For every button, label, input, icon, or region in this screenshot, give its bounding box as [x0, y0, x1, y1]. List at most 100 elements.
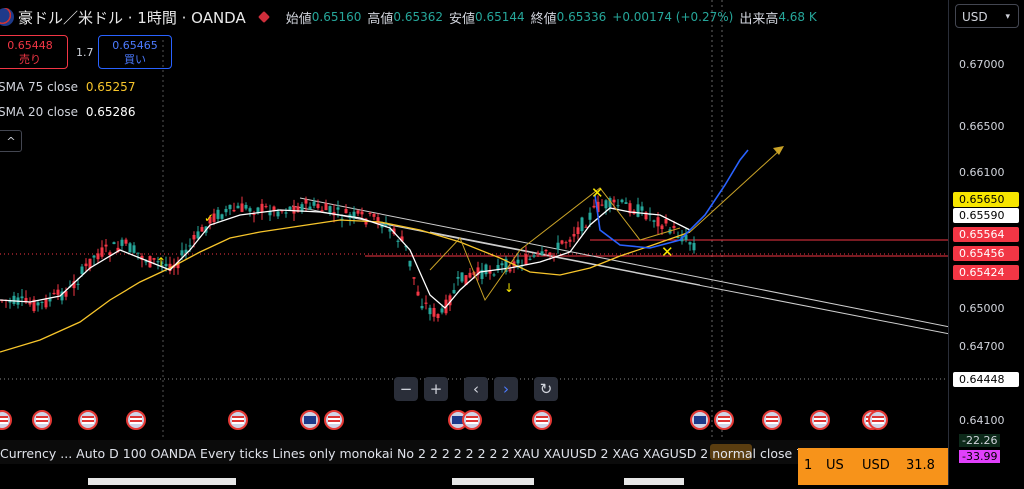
reset-button[interactable]: ↻ [534, 377, 558, 401]
candle-body [528, 258, 532, 260]
symbol-title[interactable]: 豪ドル／米ドル · 1時間 · OANDA [18, 7, 246, 28]
candle-body [416, 291, 420, 296]
candle-body [132, 245, 136, 253]
us-event-flag-icon[interactable] [324, 410, 344, 430]
price-axis[interactable]: USD ▾ 0.67000 0.66500 0.66100 0.65000 0.… [948, 0, 1024, 485]
candle-body [360, 211, 364, 215]
svg-text:✕: ✕ [591, 184, 604, 202]
candle-body [228, 204, 232, 210]
candle-body [456, 276, 460, 279]
candle-body [452, 289, 456, 294]
zoom-out-button[interactable]: − [394, 377, 418, 401]
candle-body [336, 207, 340, 210]
candle-body [252, 213, 256, 215]
high-label: 高値 [367, 11, 394, 27]
buy-price: 0.65465 [112, 39, 158, 52]
low-label: 安値 [449, 11, 476, 27]
panel-rank: 1 [804, 458, 813, 473]
sell-price: 0.65448 [7, 39, 53, 52]
bottom-bar [624, 478, 684, 485]
candle-body [428, 307, 432, 315]
candle-body [408, 260, 412, 267]
candle-body [612, 199, 616, 203]
candle-body [460, 272, 464, 282]
candle-body [560, 240, 564, 244]
candle-body [396, 240, 400, 242]
us-event-flag-icon[interactable] [228, 410, 248, 430]
us-event-flag-icon[interactable] [462, 410, 482, 430]
candle-body [124, 239, 128, 244]
candle-body [44, 298, 48, 308]
indicator-value-1: -22.26 [959, 434, 1001, 447]
candle-body [424, 302, 428, 304]
candle-body [412, 277, 416, 279]
zoom-in-button[interactable]: + [424, 377, 448, 401]
candle-body [292, 205, 296, 214]
sma-20-legend[interactable]: SMA 20 close 0.65286 [0, 105, 135, 119]
buy-button[interactable]: 0.65465 買い [98, 35, 172, 69]
candle-body [264, 206, 268, 208]
us-event-flag-icon[interactable] [78, 410, 98, 430]
svg-text:↑: ↑ [156, 255, 166, 269]
price-tick: 0.67000 [959, 58, 1005, 71]
candle-body [372, 213, 376, 217]
candle-body [508, 269, 512, 272]
candle-body [236, 205, 240, 209]
candle-body [92, 255, 96, 258]
us-event-flag-icon[interactable] [126, 410, 146, 430]
svg-text:↓: ↓ [504, 281, 514, 295]
market-status-icon[interactable] [257, 11, 270, 23]
candle-body [104, 244, 108, 247]
scroll-right-button[interactable]: › [494, 377, 518, 401]
indicator-settings-line[interactable]: Currency ... Auto D 100 OANDA Every tick… [0, 446, 830, 461]
candle-body [48, 298, 52, 302]
candle-body [84, 263, 88, 267]
us-event-flag-icon[interactable] [714, 410, 734, 430]
candle-body [304, 199, 308, 204]
candle-body [200, 227, 204, 232]
svg-text:✕: ✕ [661, 243, 674, 261]
candle-body [284, 212, 288, 214]
collapse-legend-button[interactable]: ^ [0, 130, 22, 152]
au-event-flag-icon[interactable] [690, 410, 710, 430]
sell-label: 売り [19, 53, 41, 66]
au-event-flag-icon[interactable] [300, 410, 320, 430]
candle-body [420, 305, 424, 309]
candle-body [524, 254, 528, 265]
candle-body [540, 251, 544, 255]
price-tag-sma: 0.65590 [953, 208, 1019, 223]
scroll-left-button[interactable]: ‹ [464, 377, 488, 401]
chevron-up-icon: ^ [6, 135, 16, 148]
open-value: 0.65160 [311, 10, 362, 24]
price-tick: 0.65000 [959, 302, 1005, 315]
candle-body [356, 210, 360, 214]
price-tick: 0.64700 [959, 340, 1005, 353]
us-event-flag-icon[interactable] [810, 410, 830, 430]
candle-body [240, 203, 244, 212]
us-event-flag-icon[interactable] [762, 410, 782, 430]
price-tick: 0.64100 [959, 414, 1005, 427]
candle-body [28, 302, 32, 305]
candle-body [688, 242, 692, 245]
svg-text:✓: ✓ [204, 211, 214, 225]
bottom-bar [88, 478, 236, 485]
aud-usd-flag-icon [0, 8, 14, 26]
candle-body [440, 308, 444, 313]
candle-body [624, 202, 628, 204]
sma-75-label: SMA 75 close [0, 80, 78, 94]
sell-button[interactable]: 0.65448 売り [0, 35, 68, 69]
sma-20-value: 0.65286 [85, 105, 136, 119]
currency-strength-panel: 1 US USD 31.8 [798, 448, 948, 485]
candle-body [576, 227, 580, 235]
candle-body [556, 242, 560, 250]
us-event-flag-icon[interactable] [32, 410, 52, 430]
candle-body [636, 204, 640, 217]
chart-nav-toolbar: − + ‹ › ↻ [394, 377, 558, 401]
sma-75-legend[interactable]: SMA 75 close 0.65257 [0, 80, 135, 94]
us-event-flag-icon[interactable] [532, 410, 552, 430]
candle-body [224, 208, 228, 213]
candle-body [276, 211, 280, 217]
candle-body [692, 242, 696, 251]
currency-select[interactable]: USD ▾ [955, 4, 1019, 28]
us-event-flag-icon[interactable] [868, 410, 888, 430]
